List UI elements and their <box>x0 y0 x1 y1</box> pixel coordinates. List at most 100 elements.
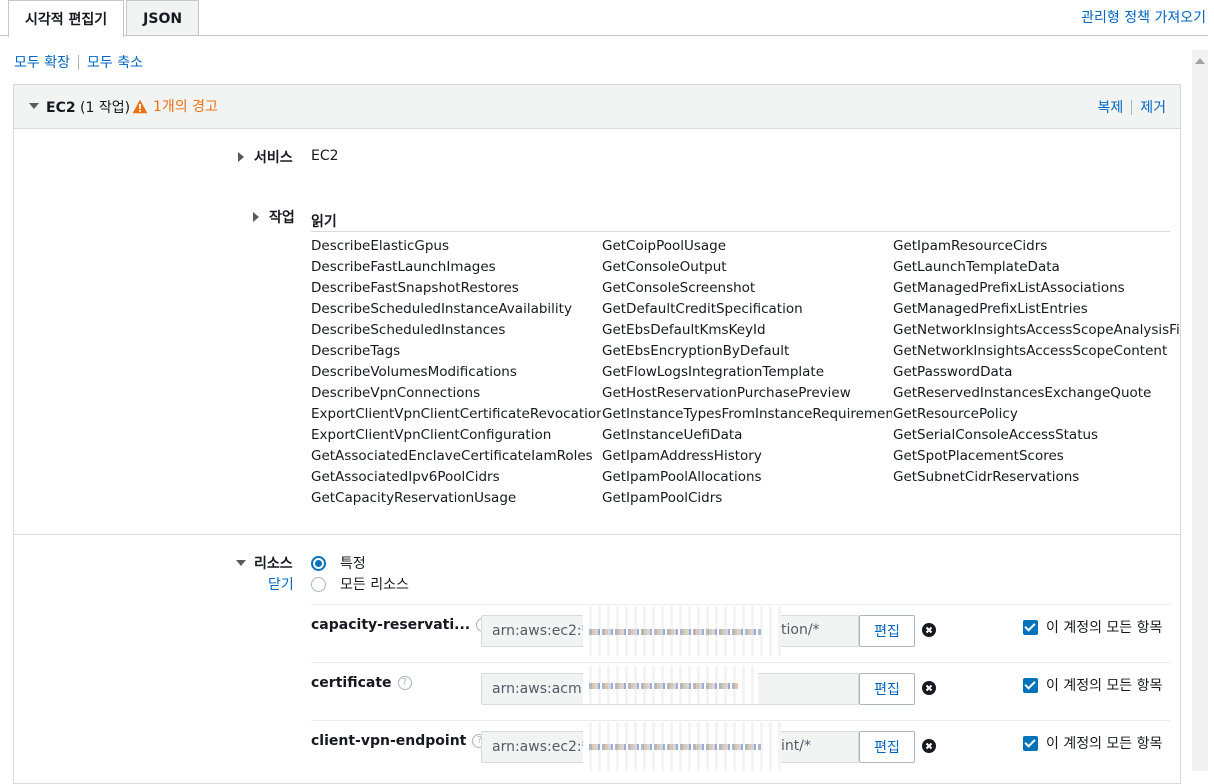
actions-column-3: GetIpamResourceCidrs GetLaunchTemplateDat… <box>893 236 1181 488</box>
expand-collapse-bar: 모두 확장 모두 축소 <box>14 52 143 72</box>
action-item: GetManagedPrefixListEntries <box>893 301 1088 317</box>
collapse-all-link[interactable]: 모두 축소 <box>87 52 143 72</box>
edit-arn-button[interactable]: 편집 <box>859 731 915 763</box>
any-in-account-checkbox[interactable]: 이 계정의 모든 항목 <box>1023 675 1162 695</box>
separator <box>77 54 79 70</box>
action-item: DescribeFastSnapshotRestores <box>311 280 519 296</box>
actions-column-2: GetCoipPoolUsage GetConsoleOutput GetConso… <box>602 236 892 509</box>
action-count: (1 작업) <box>80 100 131 116</box>
action-item: GetCoipPoolUsage <box>602 238 727 254</box>
arn-prefix: arn:aws:ec2:*: <box>492 739 594 755</box>
resources-label[interactable]: 리소스 <box>236 553 293 573</box>
radio-specific[interactable]: 특정 <box>311 553 366 573</box>
arn-suffix: tion/* <box>781 622 820 638</box>
remove-circle-icon[interactable] <box>922 623 936 637</box>
vertical-scrollbar[interactable] <box>1192 50 1208 771</box>
actions-label[interactable]: 작업 <box>253 207 295 227</box>
action-item: ExportClientVpnClientConfiguration <box>311 427 552 443</box>
radio-button-selected[interactable] <box>311 555 326 571</box>
resource-name: client-vpn-endpoint ? <box>311 733 487 749</box>
warning-icon <box>132 99 148 113</box>
action-item: DescribeElasticGpus <box>311 238 450 254</box>
resource-name-text: client-vpn-endpoint <box>311 733 467 749</box>
duplicate-link[interactable]: 복제 <box>1097 97 1123 117</box>
radio-specific-label: 특정 <box>340 556 366 572</box>
radio-button[interactable] <box>311 576 326 592</box>
checkbox-checked[interactable] <box>1023 677 1038 693</box>
checkbox-checked[interactable] <box>1023 735 1038 751</box>
action-item: GetInstanceUefiData <box>602 427 743 443</box>
action-item: GetDefaultCreditSpecification <box>602 301 803 317</box>
section-divider <box>14 534 1180 535</box>
resource-name-text: capacity-reservati... <box>311 617 471 633</box>
action-item: GetLaunchTemplateData <box>893 259 1060 275</box>
service-title: EC2 (1 작업) <box>46 97 130 117</box>
arn-prefix: arn:aws:acm:* <box>492 681 594 697</box>
action-item: GetSpotPlacementScores <box>893 448 1064 464</box>
scroll-up-arrow-icon[interactable] <box>1195 58 1205 64</box>
action-item: DescribeTags <box>311 343 401 359</box>
actions-column-1: DescribeElasticGpus DescribeFastLaunchIma… <box>311 236 601 509</box>
resource-name-text: certificate <box>311 675 392 691</box>
service-label-text: 서비스 <box>254 150 293 166</box>
edit-arn-button[interactable]: 편집 <box>859 615 915 647</box>
expand-all-link[interactable]: 모두 확장 <box>14 52 70 72</box>
action-item: DescribeScheduledInstances <box>311 322 506 338</box>
action-item: GetNetworkInsightsAccessScopeContent <box>893 343 1168 359</box>
row-divider <box>311 662 1170 663</box>
remove-circle-icon[interactable] <box>922 681 936 695</box>
edit-arn-button[interactable]: 편집 <box>859 673 915 705</box>
arn-prefix: arn:aws:ec2:*: <box>492 623 594 639</box>
radio-all-resources[interactable]: 모든 리소스 <box>311 574 409 594</box>
action-item: GetReservedInstancesExchangeQuote <box>893 385 1152 401</box>
warning-text: 1개의 경고 <box>153 99 218 115</box>
import-managed-policy-link[interactable]: 관리형 정책 가져오기 <box>1081 7 1206 27</box>
service-name: EC2 <box>46 100 76 116</box>
tab-json[interactable]: JSON <box>126 0 200 36</box>
any-in-account-checkbox[interactable]: 이 계정의 모든 항목 <box>1023 733 1162 753</box>
resources-label-text: 리소스 <box>254 556 293 572</box>
warning-indicator[interactable]: 1개의 경고 <box>132 96 218 116</box>
action-item: GetIpamPoolAllocations <box>602 469 762 485</box>
checkbox-label: 이 계정의 모든 항목 <box>1046 678 1163 694</box>
help-icon[interactable]: ? <box>397 676 412 690</box>
remove-link[interactable]: 제거 <box>1140 97 1166 117</box>
action-item: GetInstanceTypesFromInstanceRequirements <box>602 406 892 422</box>
actions-label-text: 작업 <box>269 210 295 226</box>
expand-caret-icon <box>238 152 244 162</box>
close-resources-link[interactable]: 닫기 <box>268 574 294 594</box>
service-value: EC2 <box>311 148 339 164</box>
tab-visual-editor[interactable]: 시각적 편집기 <box>8 0 125 37</box>
action-item: GetIpamAddressHistory <box>602 448 762 464</box>
any-in-account-checkbox[interactable]: 이 계정의 모든 항목 <box>1023 617 1162 637</box>
action-item: GetAssociatedIpv6PoolCidrs <box>311 469 500 485</box>
editor-tabs: 시각적 편집기 JSON <box>8 0 201 37</box>
checkbox-checked[interactable] <box>1023 619 1038 635</box>
action-item: GetPasswordData <box>893 364 1013 380</box>
redacted-region <box>583 606 781 656</box>
checkbox-label: 이 계정의 모든 항목 <box>1046 736 1163 752</box>
action-item: DescribeVolumesModifications <box>311 364 517 380</box>
action-item: DescribeVpnConnections <box>311 385 481 401</box>
action-item: GetEbsDefaultKmsKeyId <box>602 322 766 338</box>
service-label[interactable]: 서비스 <box>238 147 293 167</box>
action-item: GetSubnetCidrReservations <box>893 469 1080 485</box>
action-item: GetSerialConsoleAccessStatus <box>893 427 1099 443</box>
expand-caret-icon <box>253 212 259 222</box>
action-item: GetEbsEncryptionByDefault <box>602 343 790 359</box>
action-item: GetConsoleOutput <box>602 259 727 275</box>
action-item: GetCapacityReservationUsage <box>311 490 517 506</box>
action-item: GetNetworkInsightsAccessScopeAnalysisFin… <box>893 322 1181 338</box>
row-divider <box>311 604 1170 605</box>
service-panel-header[interactable]: EC2 (1 작업) 1개의 경고 복제 제거 <box>14 85 1180 129</box>
action-item: GetIpamResourceCidrs <box>893 238 1048 254</box>
redacted-region <box>583 722 781 771</box>
read-access-header: 읽기 <box>311 214 337 230</box>
collapse-caret-icon[interactable] <box>29 103 39 109</box>
action-item: DescribeFastLaunchImages <box>311 259 496 275</box>
tab-divider <box>0 35 1208 36</box>
action-item: GetManagedPrefixListAssociations <box>893 280 1125 296</box>
remove-circle-icon[interactable] <box>922 739 936 753</box>
action-item: GetHostReservationPurchasePreview <box>602 385 851 401</box>
action-item: GetConsoleScreenshot <box>602 280 756 296</box>
